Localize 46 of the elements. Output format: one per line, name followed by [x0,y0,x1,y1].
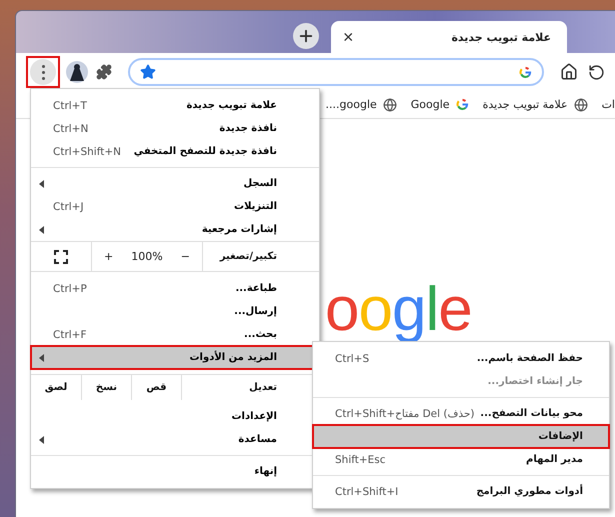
menu-item[interactable]: محو بيانات التصفح... Ctrl+Shift+مفتاح Del (حذف) [313,402,609,425]
shortcut-text: Ctrl+Shift+مفتاح Del (حذف) [335,408,474,420]
edit-button[interactable]: لصق [31,375,81,400]
browser-tab[interactable]: × علامة تبويب جديدة [331,21,567,53]
submenu-arrow-icon [39,226,44,234]
google-icon [456,98,469,111]
star-icon[interactable] [140,64,156,80]
menu-button[interactable] [26,56,60,88]
new-tab-button[interactable] [293,23,319,49]
logo: oogle [325,279,472,341]
shortcut-text: Ctrl+P [53,282,87,294]
menu-item[interactable]: الإضافات [313,425,609,448]
menu-item[interactable]: السجل [31,172,319,195]
extensions-button[interactable] [94,62,114,82]
avatar[interactable] [66,61,88,83]
zoom-out-button[interactable]: − [174,250,196,263]
shortcut-text: Ctrl+N [53,122,88,134]
shortcut-text: Ctrl+F [53,328,87,340]
plus-icon [297,27,315,45]
edit-label: تعديل [249,382,277,393]
submenu-arrow-icon [39,436,44,444]
tab-title: علامة تبويب جديدة [451,30,551,44]
bookmark[interactable]: google.... [326,98,397,112]
edit-button[interactable]: قص [131,375,181,400]
shortcut-text: Ctrl+S [335,352,370,364]
zoom-value: 100% [131,250,163,263]
bookmark[interactable]: ات [602,98,615,111]
shortcut-text: Ctrl+T [53,100,87,112]
close-tab-button[interactable]: × [341,28,356,46]
bookmark[interactable]: Google [410,98,469,111]
shortcut-text: Shift+Esc [335,454,386,466]
zoom-in-button[interactable]: + [98,250,120,263]
fullscreen-icon[interactable] [54,250,68,264]
edit-button[interactable]: نسخ [81,375,131,400]
submenu-arrow-icon [39,180,44,188]
submenu-arrow-icon [39,354,44,362]
bookmark[interactable]: علامة تبويب جديدة [482,98,588,112]
menu-item[interactable]: إشارات مرجعية [31,218,319,241]
menu-item[interactable]: إرسال... [31,300,319,323]
globe-icon [574,98,588,112]
globe-icon [382,98,397,112]
zoom-label: تكبير/تصغير [218,251,277,262]
shortcut-text: Ctrl+Shift+I [335,486,398,498]
shortcut-text: Ctrl+J [53,200,84,212]
google-icon [519,66,532,78]
shortcut-text: Ctrl+Shift+N [53,146,121,158]
